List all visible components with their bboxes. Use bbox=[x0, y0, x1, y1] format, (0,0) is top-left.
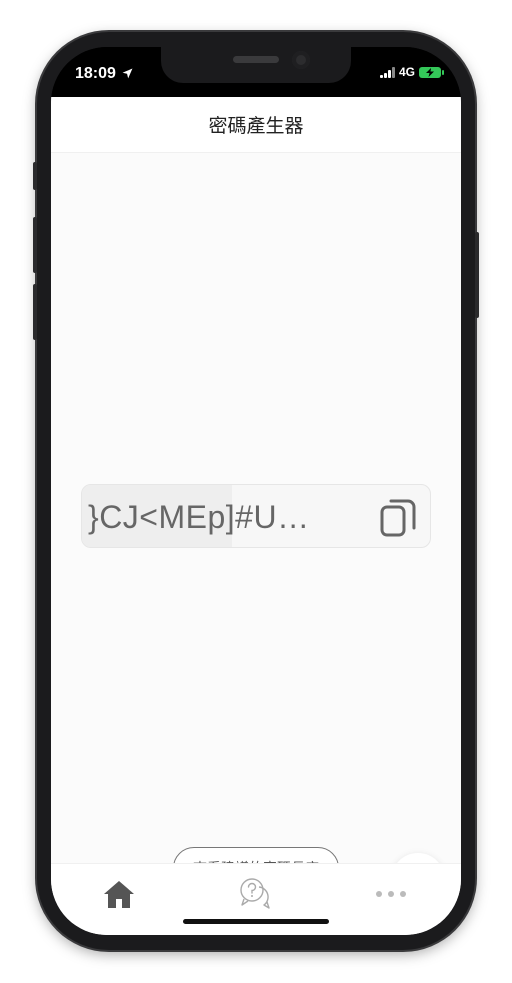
navigation-bar: 密碼產生器 bbox=[51, 97, 461, 153]
signal-icon bbox=[379, 66, 395, 78]
mute-switch bbox=[33, 162, 37, 190]
main-content: }CJ<MEp]#U… 查看建議的密碼長度 bbox=[51, 153, 461, 907]
status-indicators: 4G bbox=[379, 65, 444, 79]
tab-home[interactable] bbox=[89, 874, 149, 914]
tab-help[interactable] bbox=[226, 874, 286, 914]
status-time: 18:09 bbox=[75, 65, 133, 83]
page-title: 密碼產生器 bbox=[208, 115, 304, 137]
app-root: 密碼產生器 }CJ<MEp]#U… 查看建議的密碼長度 bbox=[51, 97, 461, 935]
status-time-text: 18:09 bbox=[75, 65, 116, 82]
notch bbox=[161, 47, 351, 83]
home-indicator bbox=[183, 919, 329, 924]
password-display[interactable]: }CJ<MEp]#U… bbox=[81, 484, 431, 548]
more-icon bbox=[376, 891, 406, 897]
password-text: }CJ<MEp]#U… bbox=[88, 499, 310, 535]
power-button bbox=[475, 232, 479, 318]
location-arrow-icon bbox=[122, 68, 133, 79]
copy-icon bbox=[380, 499, 416, 537]
speaker bbox=[233, 56, 279, 63]
battery-charging-icon bbox=[419, 66, 444, 78]
tab-bar bbox=[51, 863, 461, 935]
volume-up-button bbox=[33, 217, 37, 273]
help-chat-icon bbox=[240, 878, 270, 909]
phone-screen: 18:09 4G 密碼產生器 }CJ<MEp]#U… bbox=[51, 47, 461, 935]
volume-down-button bbox=[33, 284, 37, 340]
network-label: 4G bbox=[398, 65, 415, 79]
copy-button[interactable] bbox=[378, 495, 420, 539]
status-bar: 18:09 4G bbox=[51, 47, 461, 97]
tab-more[interactable] bbox=[361, 874, 421, 914]
camera bbox=[292, 51, 310, 69]
home-icon bbox=[104, 881, 134, 908]
